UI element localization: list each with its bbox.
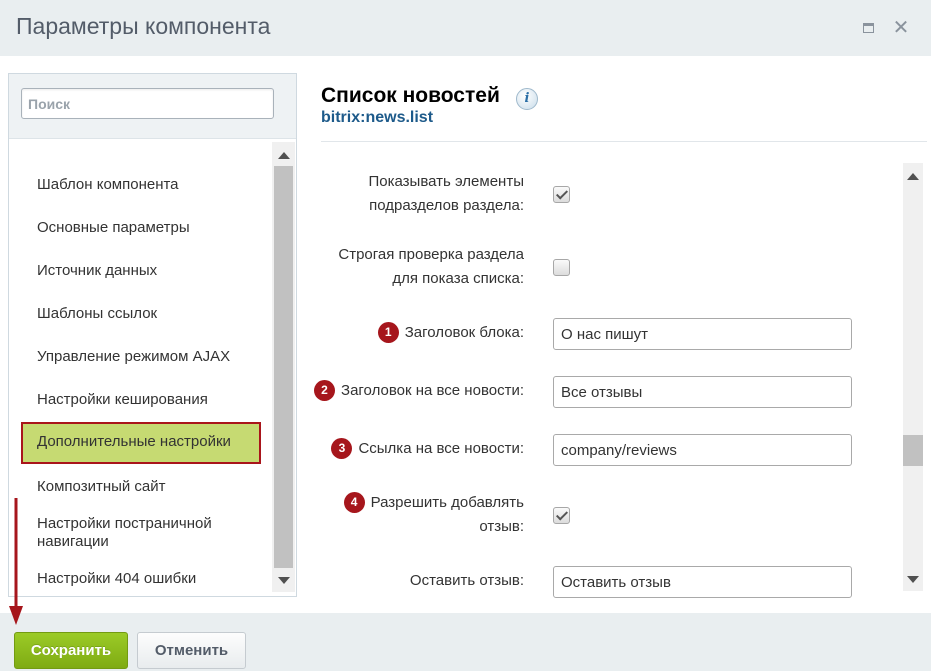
- label-text: Ссылка на все новости:: [358, 440, 524, 457]
- scroll-down-icon[interactable]: [907, 576, 919, 583]
- dialog-footer: Сохранить Отменить: [0, 613, 931, 671]
- maximize-icon[interactable]: [858, 18, 878, 38]
- save-button[interactable]: Сохранить: [14, 632, 128, 669]
- annotation-badge: 3: [331, 438, 353, 459]
- sidebar-item-composite[interactable]: Композитный сайт: [37, 478, 166, 496]
- sidebar-item-pagination[interactable]: Настройки постраничной навигации: [37, 515, 257, 551]
- sidebar-item-ajax[interactable]: Управление режимом AJAX: [37, 348, 230, 366]
- dialog-titlebar: Параметры компонента ✕: [0, 0, 931, 56]
- label-line: для показа списка:: [392, 270, 524, 287]
- block-title-input[interactable]: [553, 318, 852, 350]
- cancel-button[interactable]: Отменить: [137, 632, 246, 669]
- strict-check-checkbox[interactable]: [553, 259, 570, 276]
- annotation-badge: 4: [343, 492, 365, 513]
- search-input[interactable]: [21, 88, 274, 119]
- label-line: Показывать элементы: [368, 173, 524, 190]
- allow-reviews-checkbox[interactable]: [553, 507, 570, 524]
- sidebar-item-404[interactable]: Настройки 404 ошибки: [37, 570, 196, 588]
- label-line: отзыв:: [479, 518, 524, 535]
- scrollbar-thumb[interactable]: [274, 166, 293, 568]
- component-code: bitrix:news.list: [321, 109, 434, 126]
- param-label-all-news-title: 2 Заголовок на все новости:: [314, 379, 524, 403]
- label-line: подразделов раздела:: [369, 197, 524, 214]
- search-area: [9, 74, 296, 139]
- sidebar-item-datasource[interactable]: Источник данных: [37, 262, 157, 280]
- label-text: Заголовок на все новости:: [341, 382, 524, 399]
- label-line: Строгая проверка раздела: [338, 246, 524, 263]
- header-divider: [321, 141, 927, 142]
- annotation-badge: 2: [314, 380, 336, 401]
- sidebar-item-template[interactable]: Шаблон компонента: [37, 176, 179, 194]
- dialog-content: Шаблон компонента Основные параметры Ист…: [0, 56, 931, 613]
- sidebar-item-additional[interactable]: Дополнительные настройки: [21, 422, 261, 464]
- param-label-allow-reviews: 4 Разрешить добавлять отзыв:: [343, 491, 524, 539]
- sections-panel: Шаблон компонента Основные параметры Ист…: [8, 73, 297, 597]
- label-line: Разрешить добавлять: [370, 494, 524, 511]
- params-scrollbar[interactable]: [903, 163, 923, 591]
- annotation-badge: 1: [377, 322, 399, 343]
- annotation-arrow-icon: [9, 498, 23, 625]
- param-label-show-subsections: Показывать элементы подразделов раздела:: [368, 170, 524, 218]
- scroll-up-icon[interactable]: [278, 152, 290, 159]
- scroll-up-icon[interactable]: [907, 173, 919, 180]
- close-icon[interactable]: ✕: [891, 18, 911, 38]
- scrollbar-thumb[interactable]: [903, 435, 923, 466]
- param-label-strict-check: Строгая проверка раздела для показа спис…: [338, 243, 524, 291]
- param-label-leave-review: Оставить отзыв:: [410, 569, 524, 593]
- leave-review-input[interactable]: [553, 566, 852, 598]
- all-news-link-input[interactable]: [553, 434, 852, 466]
- param-label-block-title: 1 Заголовок блока:: [377, 321, 524, 345]
- show-subsections-checkbox[interactable]: [553, 186, 570, 203]
- label-text: Оставить отзыв:: [409, 572, 524, 589]
- dialog-title: Параметры компонента: [16, 13, 271, 39]
- sidebar-scrollbar[interactable]: [272, 142, 295, 592]
- component-title: Список новостей: [321, 84, 500, 107]
- label-text: Заголовок блока:: [404, 324, 524, 341]
- scroll-down-icon[interactable]: [278, 577, 290, 584]
- info-icon[interactable]: i: [516, 88, 538, 110]
- sidebar-item-basic[interactable]: Основные параметры: [37, 219, 190, 237]
- all-news-title-input[interactable]: [553, 376, 852, 408]
- param-label-all-news-link: 3 Ссылка на все новости:: [331, 437, 524, 461]
- sidebar-item-url-templates[interactable]: Шаблоны ссылок: [37, 305, 157, 323]
- sidebar-item-cache[interactable]: Настройки кеширования: [37, 391, 208, 409]
